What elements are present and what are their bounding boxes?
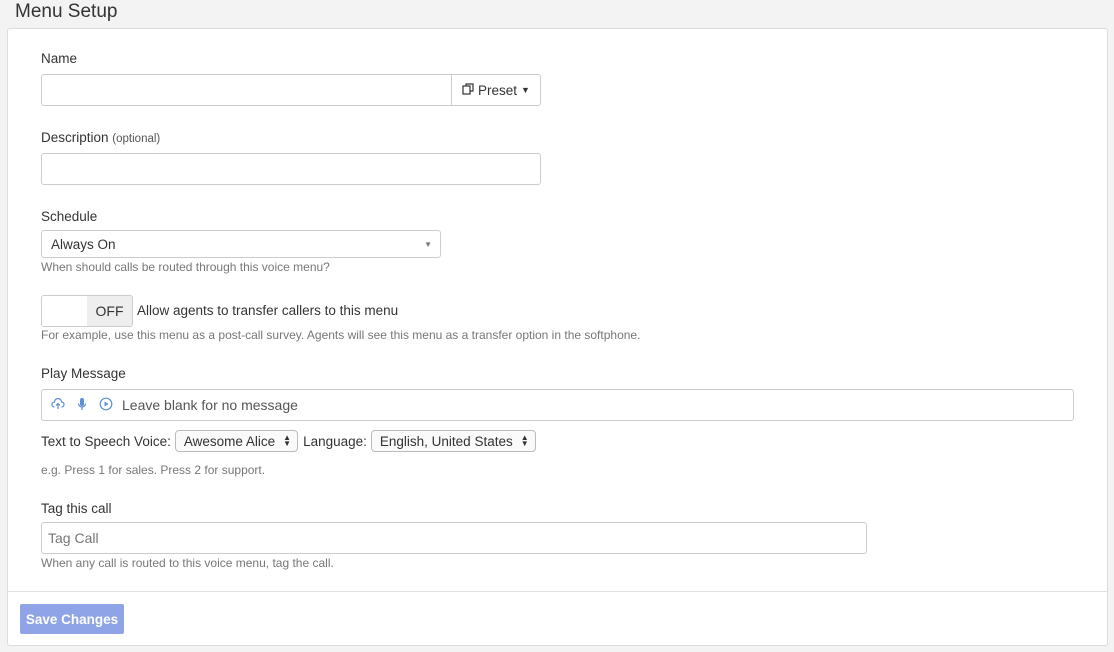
toggle-state: OFF: [87, 296, 132, 326]
caret-down-icon: ▼: [521, 85, 530, 95]
schedule-label: Schedule: [41, 209, 98, 224]
voice-label: Text to Speech Voice:: [41, 433, 171, 449]
transfer-help: For example, use this menu as a post-cal…: [41, 328, 641, 342]
language-label: Language:: [303, 433, 367, 449]
schedule-help: When should calls be routed through this…: [41, 260, 330, 274]
name-label: Name: [41, 51, 78, 66]
tts-help: e.g. Press 1 for sales. Press 2 for supp…: [41, 463, 266, 477]
play-message-label: Play Message: [41, 366, 126, 381]
preset-label: Preset: [478, 82, 518, 98]
upload-cloud-icon[interactable]: [50, 397, 66, 413]
save-changes-button[interactable]: Save Changes: [20, 604, 124, 634]
transfer-label: Allow agents to transfer callers to this…: [137, 303, 399, 318]
description-optional: (optional): [112, 133, 161, 145]
microphone-icon[interactable]: [74, 397, 90, 414]
menu-setup-panel: Name Preset ▼ Description (optional) Sch…: [7, 28, 1108, 646]
description-label: Description (optional): [41, 130, 160, 145]
tag-label: Tag this call: [41, 501, 112, 516]
copy-icon: [462, 82, 474, 98]
voice-selected: Awesome Alice: [183, 433, 276, 449]
play-circle-icon[interactable]: [98, 397, 114, 414]
chevron-down-icon: ▼: [424, 239, 432, 249]
description-label-text: Description: [41, 130, 109, 145]
description-input[interactable]: [41, 153, 541, 185]
play-message-input[interactable]: Leave blank for no message: [41, 389, 1074, 421]
play-message-placeholder: Leave blank for no message: [122, 397, 298, 413]
name-input[interactable]: [41, 74, 452, 106]
transfer-toggle[interactable]: OFF: [41, 295, 133, 327]
preset-button[interactable]: Preset ▼: [451, 74, 541, 106]
updown-icon: ▲ ▼: [520, 433, 529, 448]
toggle-knob: [42, 296, 88, 326]
footer-divider: [8, 591, 1107, 592]
language-selected: English, United States: [379, 433, 513, 449]
schedule-select[interactable]: Always On ▼: [41, 230, 441, 258]
tag-input[interactable]: [41, 522, 867, 554]
tts-row: Text to Speech Voice: Awesome Alice ▲ ▼ L…: [41, 429, 536, 453]
voice-select[interactable]: Awesome Alice ▲ ▼: [174, 430, 299, 452]
tag-help: When any call is routed to this voice me…: [41, 556, 334, 570]
page-title: Menu Setup: [15, 1, 118, 22]
schedule-selected: Always On: [51, 236, 116, 252]
updown-icon: ▲ ▼: [283, 433, 292, 448]
language-select[interactable]: English, United States ▲ ▼: [370, 430, 536, 452]
